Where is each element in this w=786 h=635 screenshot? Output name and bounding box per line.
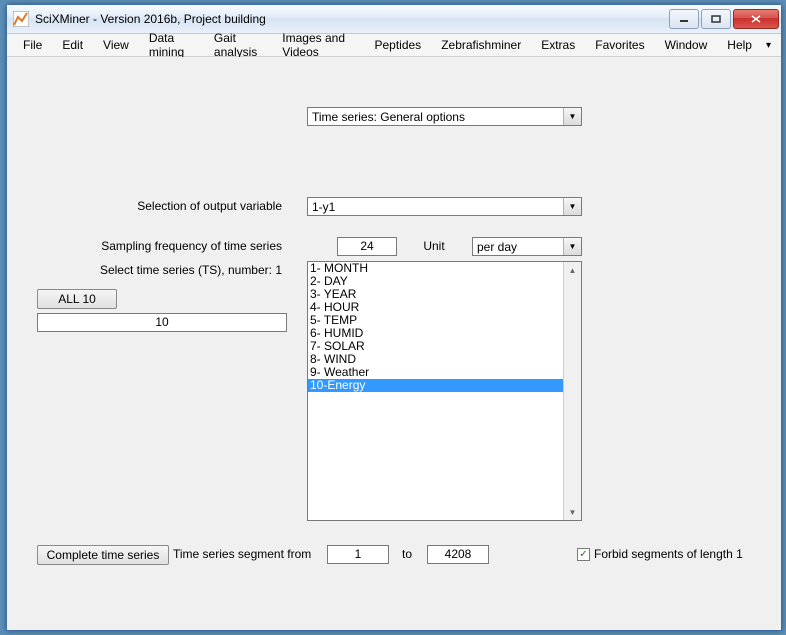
- app-window: SciXMiner - Version 2016b, Project build…: [6, 4, 782, 631]
- complete-time-series-button[interactable]: Complete time series: [37, 545, 169, 565]
- menu-help[interactable]: Help: [717, 36, 762, 54]
- menu-zebrafishminer[interactable]: Zebrafishminer: [431, 36, 531, 54]
- chevron-down-icon: ▼: [563, 198, 581, 215]
- all-button[interactable]: ALL 10: [37, 289, 117, 309]
- count-input[interactable]: 10: [37, 313, 287, 332]
- sampling-value-input[interactable]: 24: [337, 237, 397, 256]
- minimize-button[interactable]: [669, 9, 699, 29]
- listbox-scrollbar[interactable]: ▲ ▼: [563, 262, 581, 520]
- scroll-track[interactable]: [564, 278, 581, 504]
- scroll-down-icon[interactable]: ▼: [564, 504, 581, 520]
- forbid-checkbox-wrap[interactable]: ✓ Forbid segments of length 1: [577, 547, 743, 561]
- segment-from-label: Time series segment from: [173, 547, 333, 561]
- forbid-checkbox[interactable]: ✓: [577, 548, 590, 561]
- app-icon: [13, 11, 29, 27]
- unit-label: Unit: [415, 239, 453, 253]
- section-dropdown-value: Time series: General options: [308, 110, 563, 124]
- sampling-label: Sampling frequency of time series: [57, 239, 282, 253]
- segment-from-input[interactable]: 1: [327, 545, 389, 564]
- unit-value: per day: [473, 240, 563, 254]
- output-variable-label: Selection of output variable: [57, 199, 282, 213]
- list-item[interactable]: 10-Energy: [308, 379, 564, 392]
- section-dropdown[interactable]: Time series: General options ▼: [307, 107, 582, 126]
- window-controls: [667, 9, 779, 29]
- forbid-label: Forbid segments of length 1: [594, 547, 743, 561]
- menu-window[interactable]: Window: [655, 36, 718, 54]
- menu-overflow-icon[interactable]: ▾: [762, 38, 775, 53]
- menu-file[interactable]: File: [13, 36, 52, 54]
- close-button[interactable]: [733, 9, 779, 29]
- maximize-button[interactable]: [701, 9, 731, 29]
- menu-bar: File Edit View Data mining Gait analysis…: [7, 34, 781, 57]
- unit-dropdown[interactable]: per day ▼: [472, 237, 582, 256]
- time-series-listbox[interactable]: 1- MONTH2- DAY3- YEAR4- HOUR5- TEMP6- HU…: [307, 261, 582, 521]
- menu-favorites[interactable]: Favorites: [585, 36, 654, 54]
- title-bar: SciXMiner - Version 2016b, Project build…: [7, 5, 781, 34]
- output-variable-value: 1-y1: [308, 200, 563, 214]
- client-area: Time series: General options ▼ Selection…: [7, 57, 781, 630]
- select-ts-label: Select time series (TS), number: 1: [57, 263, 282, 277]
- menu-edit[interactable]: Edit: [52, 36, 93, 54]
- chevron-down-icon: ▼: [563, 108, 581, 125]
- menu-extras[interactable]: Extras: [531, 36, 585, 54]
- listbox-items: 1- MONTH2- DAY3- YEAR4- HOUR5- TEMP6- HU…: [308, 262, 564, 520]
- segment-to-input[interactable]: 4208: [427, 545, 489, 564]
- scroll-up-icon[interactable]: ▲: [564, 262, 581, 278]
- segment-to-label: to: [397, 547, 417, 561]
- output-variable-dropdown[interactable]: 1-y1 ▼: [307, 197, 582, 216]
- window-title: SciXMiner - Version 2016b, Project build…: [35, 12, 667, 26]
- menu-view[interactable]: View: [93, 36, 139, 54]
- chevron-down-icon: ▼: [563, 238, 581, 255]
- menu-peptides[interactable]: Peptides: [364, 36, 431, 54]
